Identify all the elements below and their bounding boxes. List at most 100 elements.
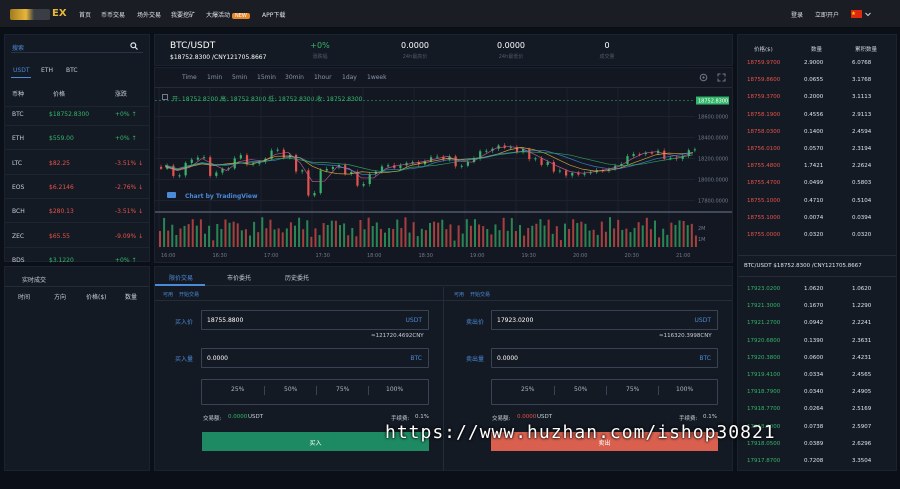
buy-price-input[interactable]: 18755.8800 USDT (201, 310, 429, 330)
tab-market-order[interactable]: 市价委托 (227, 273, 251, 282)
search-input[interactable]: 搜索 (12, 43, 24, 52)
nav-mining[interactable]: 我要挖矿 (171, 10, 195, 19)
volume-bar (535, 223, 538, 247)
ask-row[interactable]: 18755.4800 1.7421 2.2624 (738, 158, 898, 175)
tab-history-order[interactable]: 历史委托 (285, 273, 309, 282)
nav-events[interactable]: 大爆活动 NEW (206, 10, 250, 19)
volume-bar (654, 220, 656, 247)
candle (583, 173, 586, 175)
sell-pct-75[interactable]: 75% (626, 386, 639, 393)
china-flag-icon[interactable] (851, 10, 862, 18)
candle (540, 158, 543, 165)
market-row[interactable]: EOS $6.2146 -2.76% ↓ (5, 175, 149, 199)
book-qty: 0.2000 (804, 94, 824, 101)
market-list-panel: 搜索 USDT ETH BTC 币种 价格 涨跌 BTC $18752.8300 +… (4, 34, 150, 297)
volume-bar (658, 237, 661, 247)
chevron-down-icon[interactable] (865, 12, 871, 17)
sell-pct-50[interactable]: 50% (574, 386, 587, 393)
volume-bar (633, 227, 636, 247)
search-icon[interactable] (130, 42, 138, 50)
book-qty: 0.0600 (804, 354, 824, 361)
ask-row[interactable]: 18758.1900 0.4556 2.9113 (738, 107, 898, 124)
buy-pct-25[interactable]: 25% (231, 386, 244, 393)
tf-1min[interactable]: 1min (207, 74, 222, 81)
col-time: 时间 (18, 294, 31, 301)
market-row[interactable]: BCH $280.13 -3.51% ↓ (5, 199, 149, 224)
ask-row[interactable]: 18759.9700 2.9000 6.0768 (738, 55, 898, 72)
bid-row[interactable]: 17920.6800 0.1390 2.3631 (738, 333, 898, 350)
login-link[interactable]: 登录 (791, 10, 803, 19)
bid-row[interactable]: 17917.8700 0.7208 3.3504 (738, 453, 898, 470)
ticker-volume-value: 0 (604, 41, 610, 50)
ask-row[interactable]: 18756.0100 0.0570 2.3194 (738, 141, 898, 158)
book-price: 18759.9700 (747, 60, 781, 66)
market-change: -9.09% ↓ (115, 232, 144, 240)
bid-row[interactable]: 17918.7700 0.0264 2.5169 (738, 401, 898, 418)
settings-icon[interactable] (699, 73, 708, 82)
ask-row[interactable]: 18755.1000 0.0074 0.0394 (738, 210, 898, 227)
market-row[interactable]: ZEC $65.55 -9.09% ↓ (5, 224, 149, 248)
candle (577, 172, 580, 175)
bid-row[interactable]: 17920.3800 0.0600 2.4231 (738, 350, 898, 367)
tf-time[interactable]: Time (182, 74, 197, 81)
ask-row[interactable]: 18755.0000 0.0320 0.0320 (738, 227, 898, 244)
candle (331, 166, 335, 169)
book-qty: 0.0074 (804, 214, 824, 221)
sell-price-input[interactable]: 17923.0200 USDT (491, 310, 718, 330)
buy-pct-100[interactable]: 100% (386, 386, 403, 393)
tf-30min[interactable]: 30min (285, 74, 304, 81)
register-link[interactable]: 立即开户 (815, 10, 839, 19)
market-change: +0% ↑ (115, 256, 137, 264)
market-coin: ZEC (12, 232, 25, 240)
tf-1day[interactable]: 1day (342, 74, 357, 81)
nav-home[interactable]: 首页 (79, 10, 91, 19)
book-total: 0.5104 (852, 197, 872, 204)
tab-usdt[interactable]: USDT (13, 67, 30, 74)
tab-eth[interactable]: ETH (41, 67, 53, 74)
bid-row[interactable]: 17921.2700 0.0942 2.2241 (738, 315, 898, 332)
market-row[interactable]: BTC $18752.8300 +0% ↑ (5, 102, 149, 126)
candle (626, 156, 629, 165)
tab-limit-order[interactable]: 限价交易 (169, 273, 193, 282)
col-qty: 数量 (125, 294, 138, 301)
sell-fee-label: 手续费: (679, 416, 698, 422)
sell-amount-input[interactable]: 0.0000 BTC (491, 348, 718, 368)
site-logo[interactable]: EX (10, 8, 70, 21)
market-search[interactable]: 搜索 (11, 41, 143, 53)
buy-amount-input[interactable]: 0.0000 BTC (201, 348, 429, 368)
ask-row[interactable]: 18755.4700 0.0499 0.5803 (738, 175, 898, 192)
candlestick-chart[interactable]: 18600.0000 18400.0000 18200.0000 18000.0000… (155, 88, 732, 263)
market-row[interactable]: LTC $82.25 -3.51% ↓ (5, 151, 149, 175)
tf-1hour[interactable]: 1hour (314, 74, 332, 81)
nav-otc-trade[interactable]: 场外交易 (137, 10, 161, 19)
volume-bar (547, 219, 550, 247)
market-row[interactable]: ETH $559.00 +0% ↑ (5, 126, 149, 151)
market-change: -3.51% ↓ (115, 208, 144, 216)
tab-btc[interactable]: BTC (66, 67, 78, 74)
tf-5min[interactable]: 5min (232, 74, 247, 81)
bid-row[interactable]: 17921.3000 0.1670 1.2290 (738, 298, 898, 315)
buy-pct-75[interactable]: 75% (336, 386, 349, 393)
candle (221, 168, 224, 173)
ask-row[interactable]: 18758.0300 0.1400 2.4594 (738, 124, 898, 141)
ask-row[interactable]: 18759.8600 0.0655 3.1768 (738, 72, 898, 89)
volume-bar (523, 235, 526, 247)
ask-row[interactable]: 18759.3700 0.2000 3.1113 (738, 89, 898, 106)
ticker-change-label: 涨跌幅 (312, 54, 328, 60)
bid-row[interactable]: 17923.0200 1.0620 1.0620 (738, 281, 898, 298)
timeframe-toolbar: Time 1min 5min 15min 30min 1hour 1day 1w… (155, 68, 732, 88)
buy-pct-50[interactable]: 50% (284, 386, 297, 393)
nav-coin-trade[interactable]: 币币交易 (101, 10, 125, 19)
sell-pct-100[interactable]: 100% (676, 386, 693, 393)
volume-bar (551, 233, 554, 247)
bid-row[interactable]: 17919.4100 0.0334 2.4565 (738, 367, 898, 384)
fullscreen-icon[interactable] (717, 73, 726, 82)
sell-pct-25[interactable]: 25% (521, 386, 534, 393)
volume-bar (351, 227, 354, 247)
tf-15min[interactable]: 15min (257, 74, 276, 81)
bid-row[interactable]: 17918.7900 0.0340 2.4905 (738, 384, 898, 401)
nav-app-download[interactable]: APP下载 (262, 10, 285, 19)
candle (466, 162, 470, 166)
ask-row[interactable]: 18755.1000 0.4710 0.5104 (738, 193, 898, 210)
tf-1week[interactable]: 1week (367, 74, 387, 81)
